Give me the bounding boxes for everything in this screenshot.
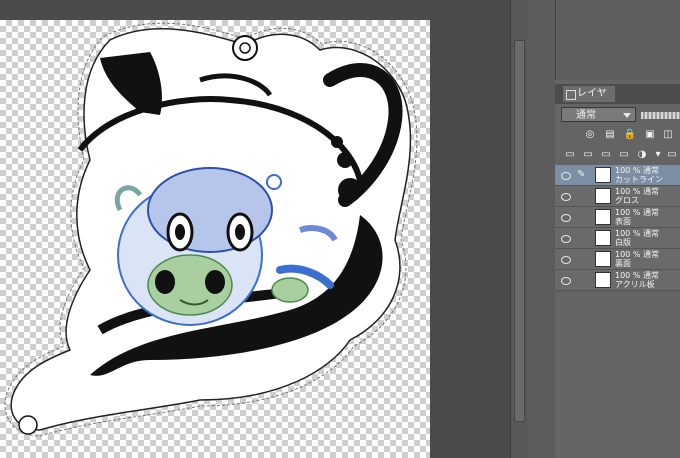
ref-icon[interactable]: ▤ [603, 128, 617, 141]
layer-thumbnail [595, 209, 611, 225]
layer-name: 裏面 [615, 259, 631, 268]
chevron-down-icon [623, 113, 631, 118]
eye-icon[interactable] [561, 172, 571, 180]
blend-mode-select[interactable]: 通常 [561, 107, 636, 122]
eye-icon[interactable] [561, 277, 571, 285]
folder-icon[interactable]: ▭ [599, 148, 613, 161]
merge-icon[interactable]: ◑ [635, 148, 649, 161]
new-vector-icon[interactable]: ▭ [581, 148, 595, 161]
layer-action-tools: ▭ ▭ ▭ ▭ ◑ ▾ ▭ [555, 145, 680, 165]
lock-icon[interactable]: 🔒 [623, 128, 637, 141]
layer-panel-tabbar: レイヤー [555, 84, 680, 115]
blend-mode-value: 通常 [576, 110, 596, 121]
layer-row[interactable]: 100 % 通常 白版 [555, 228, 680, 249]
layer-row[interactable]: 100 % 通常 グロス [555, 186, 680, 207]
layer-thumbnail [595, 251, 611, 267]
layer-row[interactable]: 100 % 通常 裏面 [555, 249, 680, 270]
layer-property-tools: ◎ ▤ 🔒 ▣ ◫ [555, 125, 680, 145]
layer-thumbnail [595, 230, 611, 246]
layer-opacity-mode: 100 % 通常 [615, 250, 659, 259]
layer-opacity-mode: 100 % 通常 [615, 208, 659, 217]
layer-name: アクリル板 [615, 280, 655, 289]
clip-icon[interactable]: ◎ [583, 128, 597, 141]
layer-name: カットライン [615, 175, 663, 184]
eye-icon[interactable] [561, 235, 571, 243]
layer-row[interactable]: 100 % 通常 アクリル板 [555, 270, 680, 291]
eye-icon[interactable] [561, 214, 571, 222]
opacity-slider[interactable] [641, 112, 680, 119]
canvas-area[interactable] [0, 0, 510, 458]
canvas-vertical-scrollbar[interactable] [510, 0, 528, 458]
layer-name: 白版 [615, 238, 631, 247]
copy-icon[interactable]: ▭ [617, 148, 631, 161]
layer-opacity-mode: 100 % 通常 [615, 271, 659, 280]
layer-thumbnail [595, 272, 611, 288]
trash-icon[interactable]: ▭ [665, 148, 679, 161]
layer-list: ✎ 100 % 通常 カットライン 100 % 通常 グロス 100 % 通常 … [555, 165, 680, 291]
layer-opacity-mode: 100 % 通常 [615, 166, 659, 175]
upper-panel-area [555, 0, 680, 80]
panel-gutter [527, 0, 555, 458]
down-icon[interactable]: ▾ [651, 148, 665, 161]
new-layer-icon[interactable]: ▭ [563, 148, 577, 161]
layer-thumbnail [595, 188, 611, 204]
lock-alpha-icon[interactable]: ▣ [643, 128, 657, 141]
layer-opacity-mode: 100 % 通常 [615, 187, 659, 196]
pen-icon: ✎ [577, 169, 586, 180]
tab-layer[interactable]: レイヤー [563, 86, 615, 115]
artwork-teapot-keychain[interactable] [0, 0, 430, 458]
blend-row: 通常 [555, 105, 680, 125]
layer-name: グロス [615, 196, 639, 205]
scrollbar-thumb[interactable] [514, 40, 525, 422]
layer-tab-icon [566, 90, 576, 100]
layer-panel: レイヤー 通常 ◎ ▤ 🔒 ▣ ◫ ▭ ▭ ▭ ▭ ◑ ▾ ▭ ✎ 100 % … [555, 80, 680, 458]
eye-icon[interactable] [561, 256, 571, 264]
layer-opacity-mode: 100 % 通常 [615, 229, 659, 238]
mask-icon[interactable]: ◫ [661, 128, 675, 141]
layer-thumbnail [595, 167, 611, 183]
layer-row[interactable]: ✎ 100 % 通常 カットライン [555, 165, 680, 186]
eye-icon[interactable] [561, 193, 571, 201]
layer-row[interactable]: 100 % 通常 表面 [555, 207, 680, 228]
layer-name: 表面 [615, 217, 631, 226]
